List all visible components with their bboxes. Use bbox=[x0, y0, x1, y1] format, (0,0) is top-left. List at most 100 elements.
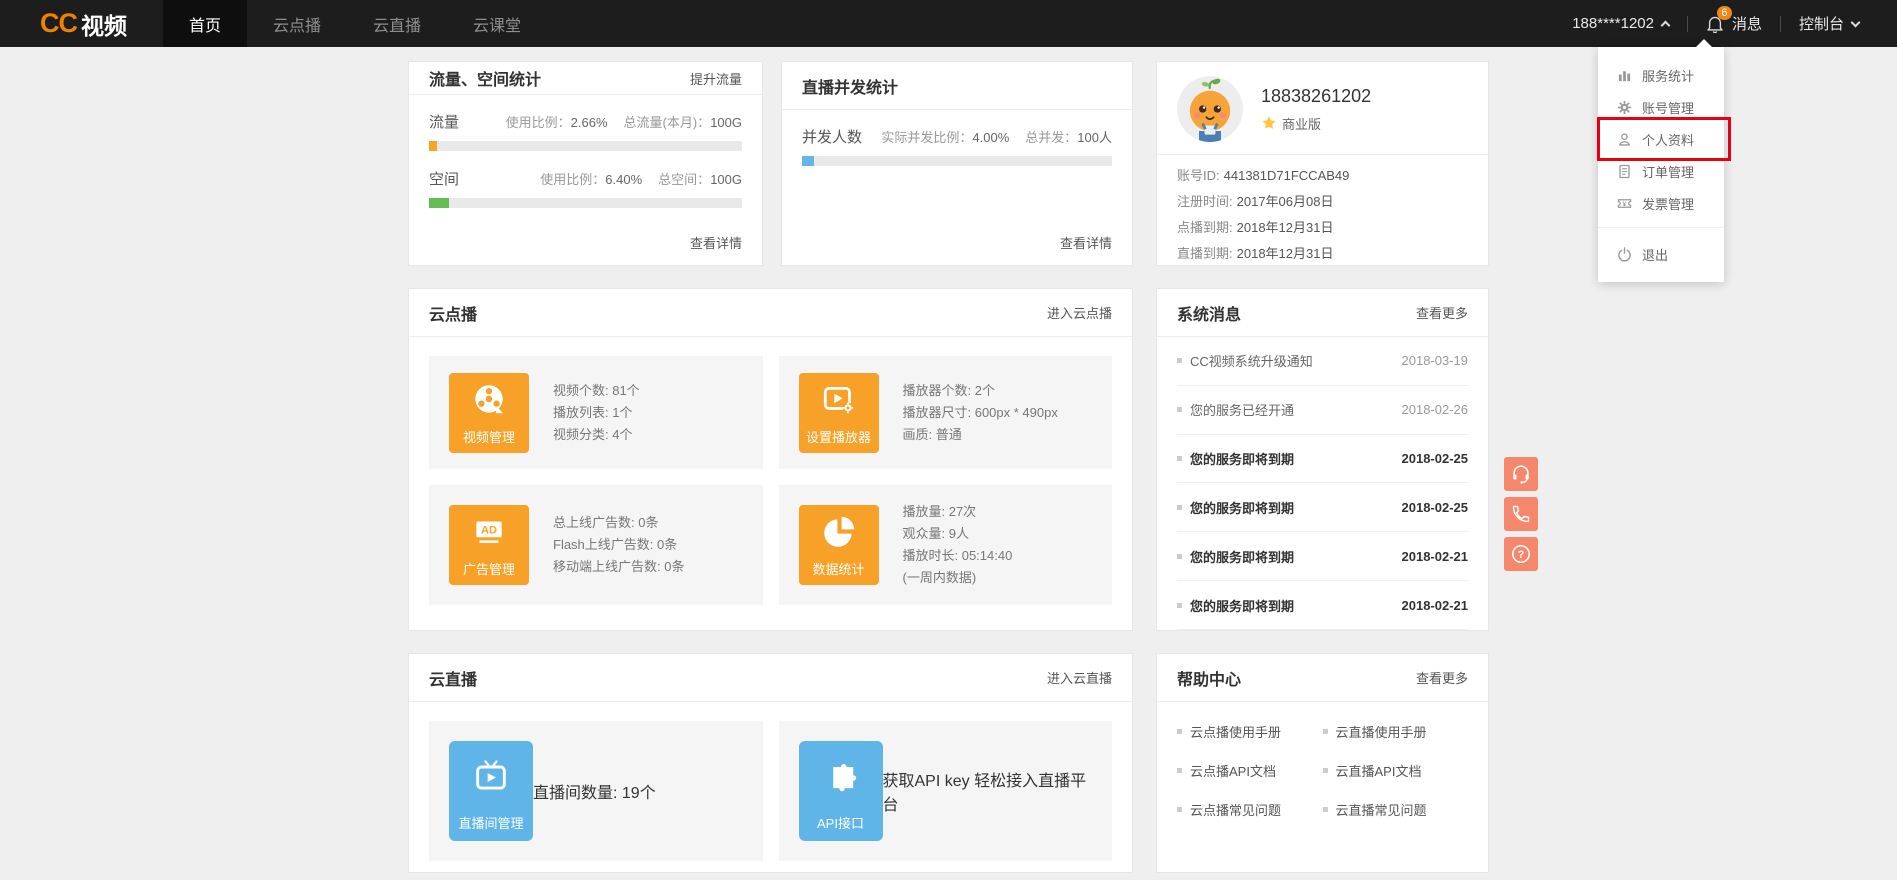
tile-label: 广告管理 bbox=[462, 562, 515, 577]
video-mgmt-panel: 视频管理 视频个数: 81个 播放列表: 1个 视频分类: 4个 bbox=[429, 356, 763, 469]
space-progress-fill bbox=[429, 198, 450, 208]
traffic-total-label: 总流量(本月)： bbox=[623, 115, 711, 130]
nav-item-class[interactable]: 云课堂 bbox=[447, 0, 547, 47]
message-row[interactable]: 您的服务已经开通 2018-02-26 bbox=[1177, 386, 1468, 435]
player-settings-tile[interactable]: 设置播放器 bbox=[798, 372, 879, 453]
menu-item-profile[interactable]: 个人资料 bbox=[1597, 117, 1731, 161]
chevron-down-icon bbox=[1850, 17, 1861, 27]
live-room-icon bbox=[449, 741, 533, 813]
concurrency-total-value: 100人 bbox=[1077, 130, 1112, 145]
help-link-vod-manual[interactable]: 云点播使用手册 bbox=[1177, 712, 1323, 751]
traffic-space-card: 流量、空间统计 提升流量 流量 使用比例：2.66% 总流量(本月)：100G 空… bbox=[408, 61, 763, 266]
puzzle-icon bbox=[799, 741, 883, 813]
menu-item-logout[interactable]: 退出 bbox=[1598, 236, 1724, 272]
traffic-progress-fill bbox=[429, 141, 438, 151]
person-icon bbox=[1616, 131, 1632, 147]
help-view-more-link[interactable]: 查看更多 bbox=[1416, 668, 1468, 687]
ad-mgmt-tile[interactable]: AD 广告管理 bbox=[449, 505, 529, 585]
stat-line: 视频分类: 4个 bbox=[553, 426, 633, 442]
message-count-badge: 6 bbox=[1716, 5, 1732, 20]
phone-contact-button[interactable] bbox=[1504, 497, 1538, 531]
space-label: 空间 bbox=[429, 171, 460, 188]
message-row[interactable]: 您的服务即将到期 2018-02-21 bbox=[1177, 581, 1468, 630]
vod-card: 云点播 进入云点播 视频管理 视频个数: 81个 播放列表: 1个 视频分类: … bbox=[408, 288, 1133, 631]
nav-divider bbox=[1779, 15, 1781, 32]
pie-chart-icon bbox=[799, 505, 879, 559]
bar-chart-icon bbox=[1616, 67, 1632, 83]
register-date-row: 注册时间: 2017年06月08日 bbox=[1177, 194, 1334, 209]
svg-text:?: ? bbox=[1518, 549, 1525, 561]
stat-line: 视频个数: 81个 bbox=[553, 382, 640, 398]
menu-item-service-stats[interactable]: 服务统计 bbox=[1598, 59, 1724, 91]
space-ratio-value: 6.40% bbox=[605, 172, 643, 187]
message-row[interactable]: CC视频系统升级通知 2018-03-19 bbox=[1177, 337, 1468, 386]
bullet-square bbox=[1177, 407, 1182, 413]
messages-button[interactable]: 6 消息 bbox=[1706, 5, 1762, 34]
help-link-live-faq[interactable]: 云直播常见问题 bbox=[1322, 790, 1469, 829]
menu-item-invoices[interactable]: ¥ 发票管理 bbox=[1598, 187, 1724, 219]
stat-line: 播放器尺寸: 600px * 490px bbox=[902, 404, 1058, 420]
stat-line: 获取API key 轻松接入直播平台 bbox=[882, 773, 1087, 814]
stat-line: 画质: 普通 bbox=[902, 426, 962, 442]
console-menu[interactable]: 控制台 bbox=[1799, 13, 1861, 34]
help-link-vod-api[interactable]: 云点播API文档 bbox=[1177, 751, 1323, 790]
phone-icon bbox=[1512, 505, 1530, 523]
card-title-vod: 云点播 bbox=[429, 306, 478, 324]
help-question-button[interactable]: ? bbox=[1504, 537, 1538, 571]
traffic-ratio-value: 2.66% bbox=[570, 115, 608, 130]
menu-divider bbox=[1598, 227, 1724, 228]
live-room-panel: 直播间管理 直播间数量: 19个 bbox=[429, 721, 763, 861]
chevron-up-icon bbox=[1660, 20, 1671, 31]
live-card: 云直播 进入云直播 直播间管理 直播间数量: 19个 API接口 获取API k… bbox=[408, 653, 1133, 873]
top-navbar: CC 视频 首页 云点播 云直播 云课堂 188****1202 6 消息 控制… bbox=[0, 0, 1897, 47]
cc-video-logo[interactable]: CC 视频 bbox=[0, 0, 163, 47]
enter-live-link[interactable]: 进入云直播 bbox=[1047, 668, 1112, 687]
message-row[interactable]: 您的服务即将到期 2018-02-25 bbox=[1177, 435, 1468, 484]
concurrency-view-details-link[interactable]: 查看详情 bbox=[782, 233, 1132, 265]
gear-icon bbox=[1616, 99, 1632, 115]
main-nav: 首页 云点播 云直播 云课堂 bbox=[163, 0, 547, 47]
nav-item-home[interactable]: 首页 bbox=[163, 0, 248, 47]
stat-line: Flash上线广告数: 0条 bbox=[553, 537, 678, 552]
enter-vod-link[interactable]: 进入云点播 bbox=[1047, 303, 1112, 322]
api-panel: API接口 获取API key 轻松接入直播平台 bbox=[778, 721, 1112, 861]
concurrency-progress-bar bbox=[802, 156, 1112, 166]
stat-line: 直播间数量: 19个 bbox=[533, 785, 656, 802]
menu-item-orders[interactable]: 订单管理 bbox=[1598, 155, 1724, 187]
traffic-label: 流量 bbox=[429, 114, 460, 131]
bullet-square bbox=[1322, 729, 1328, 734]
concurrency-ratio-value: 4.00% bbox=[972, 130, 1010, 145]
help-link-live-api[interactable]: 云直播API文档 bbox=[1322, 751, 1469, 790]
account-dropdown-menu: 服务统计 账号管理 个人资料 订单管理 ¥ 发票管理 退出 bbox=[1597, 39, 1731, 282]
plan-label: 商业版 bbox=[1282, 116, 1322, 132]
menu-item-account-mgmt[interactable]: 账号管理 bbox=[1598, 91, 1724, 123]
traffic-view-details-link[interactable]: 查看详情 bbox=[409, 233, 762, 265]
film-reel-icon bbox=[449, 373, 529, 427]
help-link-live-manual[interactable]: 云直播使用手册 bbox=[1322, 712, 1469, 751]
message-row[interactable]: 您的服务即将到期 2018-02-21 bbox=[1177, 532, 1468, 582]
nav-item-vod[interactable]: 云点播 bbox=[247, 0, 347, 47]
video-mgmt-tile[interactable]: 视频管理 bbox=[449, 372, 529, 453]
bullet-square bbox=[1322, 768, 1328, 773]
stat-line: (一周内数据) bbox=[902, 570, 977, 585]
messages-view-more-link[interactable]: 查看更多 bbox=[1416, 303, 1468, 322]
data-stats-panel: 数据统计 播放量: 27次 观众量: 9人 播放时长: 05:14:40 (一周… bbox=[778, 485, 1112, 605]
floating-contact-buttons: ? bbox=[1504, 457, 1538, 577]
concurrency-progress-fill bbox=[802, 156, 815, 166]
message-row[interactable]: 您的服务即将到期 2018-02-25 bbox=[1177, 483, 1468, 533]
account-info-card: 18838261202 商业版 账号ID: 441381D71FCCAB49 注册… bbox=[1156, 61, 1489, 266]
user-phone-masked: 188****1202 bbox=[1572, 15, 1654, 32]
power-icon bbox=[1616, 246, 1632, 262]
avatar bbox=[1177, 76, 1243, 142]
nav-item-live[interactable]: 云直播 bbox=[347, 0, 447, 47]
data-stats-tile[interactable]: 数据统计 bbox=[798, 505, 879, 585]
customer-service-button[interactable] bbox=[1504, 457, 1538, 491]
api-tile[interactable]: API接口 bbox=[798, 741, 883, 841]
stat-line: 播放器个数: 2个 bbox=[902, 382, 995, 398]
system-messages-card: 系统消息 查看更多 CC视频系统升级通知 2018-03-19 您的服务已经开通 2… bbox=[1156, 288, 1489, 631]
card-title-messages: 系统消息 bbox=[1177, 306, 1242, 324]
boost-traffic-link[interactable]: 提升流量 bbox=[690, 69, 742, 88]
live-room-tile[interactable]: 直播间管理 bbox=[449, 741, 533, 841]
help-link-vod-faq[interactable]: 云点播常见问题 bbox=[1177, 790, 1323, 829]
user-account-menu[interactable]: 188****1202 bbox=[1572, 15, 1671, 32]
